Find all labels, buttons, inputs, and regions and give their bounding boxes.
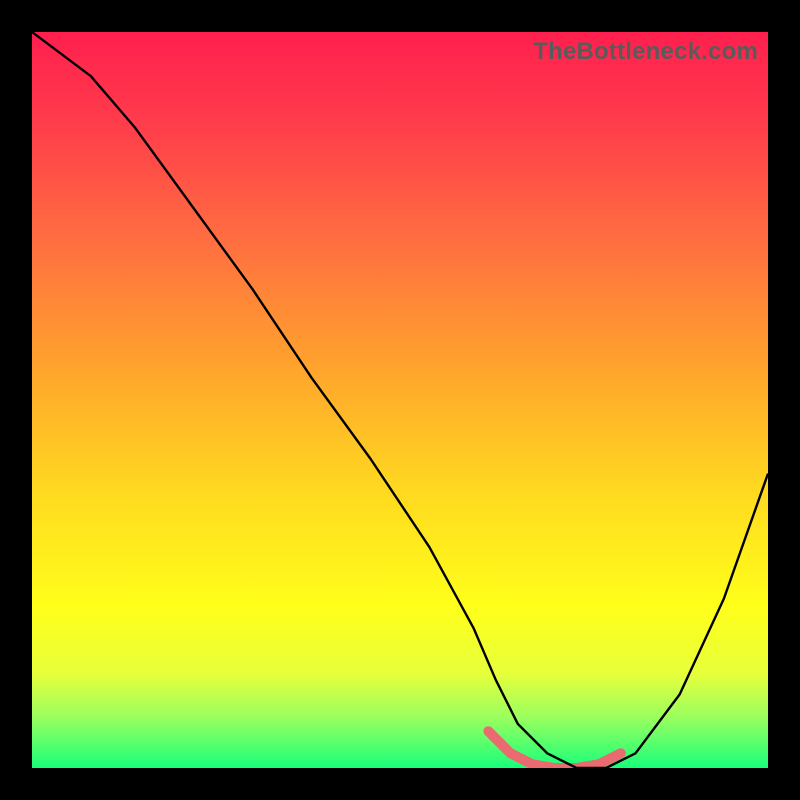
highlight-segment [488, 731, 620, 768]
plot-area: TheBottleneck.com [32, 32, 768, 768]
main-curve [32, 32, 768, 768]
curve-layer [32, 32, 768, 768]
chart-root: TheBottleneck.com [0, 0, 800, 800]
